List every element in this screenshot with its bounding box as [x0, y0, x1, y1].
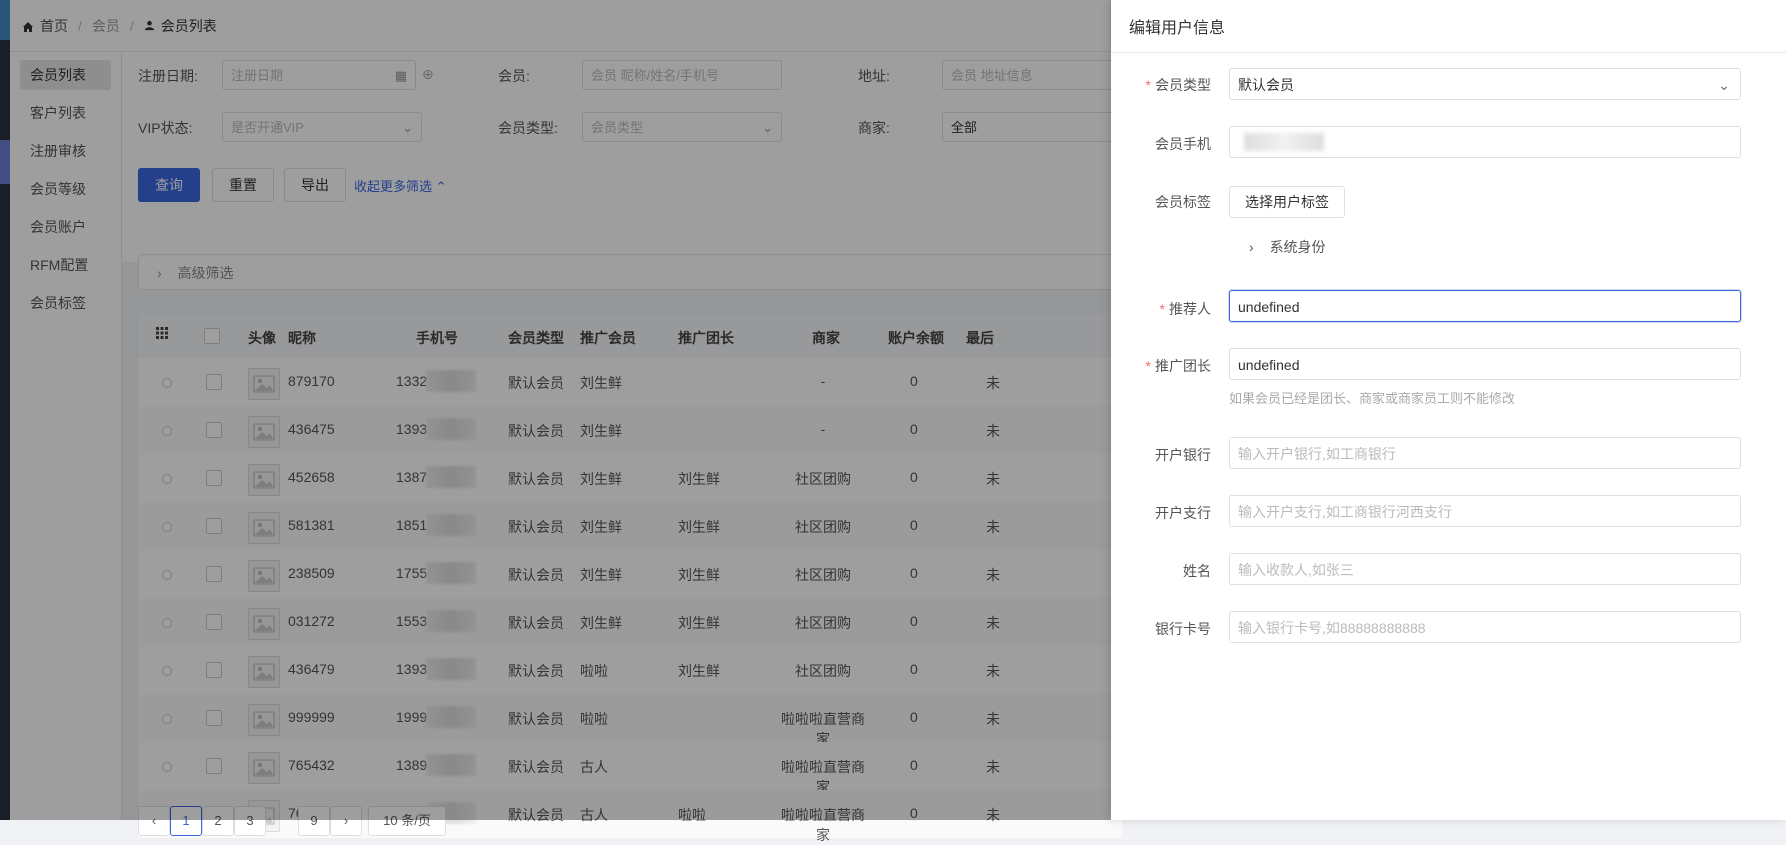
edit-user-drawer: 编辑用户信息 * 会员类型 默认会员 ⌄ 会员手机 会员标签 选择用户标签 › 系… [1111, 0, 1786, 820]
drawer-overlay[interactable] [0, 0, 1111, 820]
leader-field-label: * 推广团长 [1145, 358, 1211, 374]
name-input[interactable]: 输入收款人,如张三 [1229, 553, 1741, 585]
drawer-divider [1111, 52, 1786, 53]
bank-input[interactable]: 输入开户银行,如工商银行 [1229, 437, 1741, 469]
chevron-down-icon: ⌄ [1718, 77, 1730, 93]
phone-blurred-value [1244, 133, 1324, 151]
card-field-label: 银行卡号 [1155, 621, 1211, 637]
member-type-field[interactable]: 默认会员 ⌄ [1229, 68, 1741, 100]
system-role-label: 系统身份 [1269, 239, 1326, 255]
bank-field-label: 开户银行 [1155, 447, 1211, 463]
select-tags-button[interactable]: 选择用户标签 [1229, 186, 1345, 218]
tags-field-label: 会员标签 [1155, 194, 1211, 210]
leader-input[interactable]: undefined [1229, 348, 1741, 380]
branch-input[interactable]: 输入开户支行,如工商银行河西支行 [1229, 495, 1741, 527]
phone-field-label: 会员手机 [1155, 136, 1211, 152]
drawer-title: 编辑用户信息 [1129, 20, 1226, 37]
referrer-field-label: * 推荐人 [1159, 301, 1211, 317]
card-input[interactable]: 输入银行卡号,如88888888888 [1229, 611, 1741, 643]
member-type-field-value: 默认会员 [1238, 77, 1294, 93]
branch-field-label: 开户支行 [1155, 505, 1211, 521]
name-field-label: 姓名 [1183, 563, 1211, 579]
leader-hint: 如果会员已经是团长、商家或商家员工则不能修改 [1229, 391, 1516, 406]
referrer-input[interactable]: undefined [1229, 290, 1741, 322]
chevron-right-icon: › [1249, 239, 1254, 255]
phone-field[interactable] [1229, 126, 1741, 158]
member-type-field-label: * 会员类型 [1145, 77, 1211, 93]
system-role-toggle[interactable]: › 系统身份 [1249, 237, 1326, 257]
